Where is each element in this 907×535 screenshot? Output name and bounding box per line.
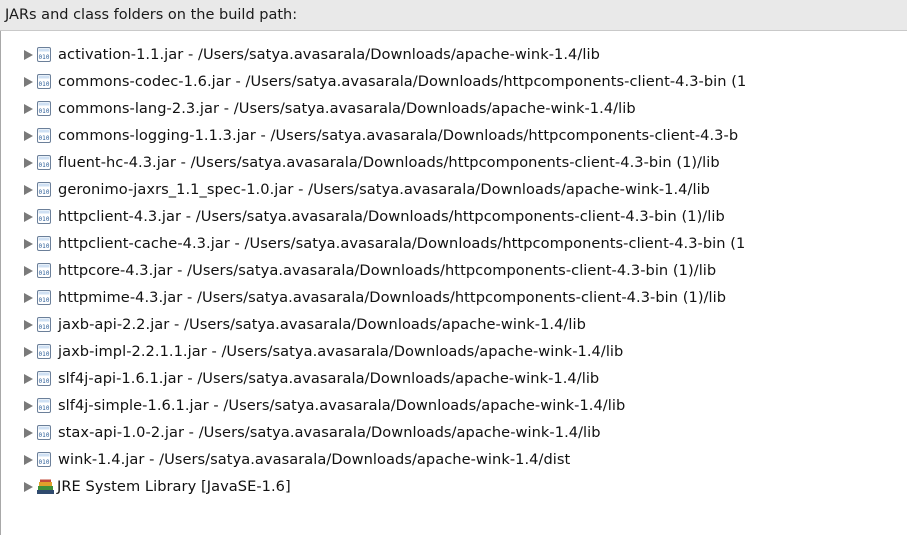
tree-item-wink[interactable]: 010 wink-1.4.jar - /Users/satya.avasaral…	[24, 446, 570, 473]
expand-arrow-icon[interactable]	[24, 373, 33, 384]
expand-arrow-icon[interactable]	[24, 49, 33, 60]
jar-file-icon: 010	[37, 425, 51, 440]
expand-arrow-icon[interactable]	[24, 238, 33, 249]
svg-text:010: 010	[39, 459, 50, 466]
tree-item-stax-api[interactable]: 010 stax-api-1.0-2.jar - /Users/satya.av…	[24, 419, 601, 446]
tree-item-label: activation-1.1.jar - /Users/satya.avasar…	[58, 46, 600, 63]
expand-arrow-icon[interactable]	[24, 454, 33, 465]
jar-file-icon: 010	[37, 101, 51, 116]
jar-file-icon: 010	[37, 263, 51, 278]
tree-item-label: commons-codec-1.6.jar - /Users/satya.ava…	[58, 73, 747, 90]
svg-text:010: 010	[39, 405, 50, 412]
build-path-header: JARs and class folders on the build path…	[0, 0, 907, 31]
svg-text:010: 010	[39, 378, 50, 385]
svg-text:010: 010	[39, 216, 50, 223]
build-path-header-label: JARs and class folders on the build path…	[5, 7, 298, 23]
jar-file-icon: 010	[37, 290, 51, 305]
expand-arrow-icon[interactable]	[24, 211, 33, 222]
expand-arrow-icon[interactable]	[24, 130, 33, 141]
svg-text:010: 010	[39, 324, 50, 331]
tree-item-label: slf4j-api-1.6.1.jar - /Users/satya.avasa…	[58, 370, 600, 387]
expand-arrow-icon[interactable]	[24, 76, 33, 87]
svg-text:010: 010	[39, 108, 50, 115]
tree-item-commons-logging[interactable]: 010 commons-logging-1.1.3.jar - /Users/s…	[24, 122, 738, 149]
jar-file-icon: 010	[37, 344, 51, 359]
jar-file-icon: 010	[37, 371, 51, 386]
expand-arrow-icon[interactable]	[24, 157, 33, 168]
expand-arrow-icon[interactable]	[24, 346, 33, 357]
tree-item-label: jaxb-impl-2.2.1.1.jar - /Users/satya.ava…	[58, 343, 624, 360]
jar-file-icon: 010	[37, 182, 51, 197]
jar-file-icon: 010	[37, 47, 51, 62]
expand-arrow-icon[interactable]	[24, 292, 33, 303]
jar-file-icon: 010	[37, 236, 51, 251]
tree-item-label: geronimo-jaxrs_1.1_spec-1.0.jar - /Users…	[58, 181, 710, 198]
jar-file-icon: 010	[37, 398, 51, 413]
expand-arrow-icon[interactable]	[24, 481, 33, 492]
tree-item-geronimo-jaxrs[interactable]: 010 geronimo-jaxrs_1.1_spec-1.0.jar - /U…	[24, 176, 710, 203]
jar-file-icon: 010	[37, 74, 51, 89]
jar-file-icon: 010	[37, 209, 51, 224]
expand-arrow-icon[interactable]	[24, 427, 33, 438]
expand-arrow-icon[interactable]	[24, 400, 33, 411]
tree-item-commons-codec[interactable]: 010 commons-codec-1.6.jar - /Users/satya…	[24, 68, 746, 95]
tree-item-jaxb-api[interactable]: 010 jaxb-api-2.2.jar - /Users/satya.avas…	[24, 311, 586, 338]
tree-item-fluent-hc[interactable]: 010 fluent-hc-4.3.jar - /Users/satya.ava…	[24, 149, 720, 176]
tree-item-label: JRE System Library [JavaSE-1.6]	[57, 478, 291, 495]
tree-item-label: fluent-hc-4.3.jar - /Users/satya.avasara…	[58, 154, 720, 171]
tree-item-slf4j-simple[interactable]: 010 slf4j-simple-1.6.1.jar - /Users/saty…	[24, 392, 625, 419]
tree-item-activation[interactable]: 010 activation-1.1.jar - /Users/satya.av…	[24, 41, 600, 68]
jar-file-icon: 010	[37, 452, 51, 467]
jar-file-icon: 010	[37, 128, 51, 143]
svg-text:010: 010	[39, 297, 50, 304]
tree-item-label: commons-lang-2.3.jar - /Users/satya.avas…	[58, 100, 636, 117]
svg-text:010: 010	[39, 270, 50, 277]
svg-text:010: 010	[39, 432, 50, 439]
tree-item-httpmime[interactable]: 010 httpmime-4.3.jar - /Users/satya.avas…	[24, 284, 726, 311]
tree-item-httpclient-cache[interactable]: 010 httpclient-cache-4.3.jar - /Users/sa…	[24, 230, 745, 257]
tree-item-httpclient[interactable]: 010 httpclient-4.3.jar - /Users/satya.av…	[24, 203, 725, 230]
expand-arrow-icon[interactable]	[24, 184, 33, 195]
tree-item-label: httpclient-cache-4.3.jar - /Users/satya.…	[58, 235, 746, 252]
tree-item-jaxb-impl[interactable]: 010 jaxb-impl-2.2.1.1.jar - /Users/satya…	[24, 338, 623, 365]
svg-text:010: 010	[39, 54, 50, 61]
svg-text:010: 010	[39, 135, 50, 142]
expand-arrow-icon[interactable]	[24, 103, 33, 114]
tree-item-label: slf4j-simple-1.6.1.jar - /Users/satya.av…	[58, 397, 626, 414]
tree-item-commons-lang[interactable]: 010 commons-lang-2.3.jar - /Users/satya.…	[24, 95, 636, 122]
expand-arrow-icon[interactable]	[24, 319, 33, 330]
svg-text:010: 010	[39, 81, 50, 88]
jar-file-icon: 010	[37, 317, 51, 332]
svg-text:010: 010	[39, 351, 50, 358]
tree-item-label: httpclient-4.3.jar - /Users/satya.avasar…	[58, 208, 725, 225]
build-path-tree[interactable]: 010 activation-1.1.jar - /Users/satya.av…	[0, 31, 907, 535]
tree-item-label: httpcore-4.3.jar - /Users/satya.avasaral…	[58, 262, 717, 279]
tree-item-label: httpmime-4.3.jar - /Users/satya.avasaral…	[58, 289, 727, 306]
tree-item-label: jaxb-api-2.2.jar - /Users/satya.avasaral…	[58, 316, 586, 333]
tree-item-label: stax-api-1.0-2.jar - /Users/satya.avasar…	[58, 424, 601, 441]
svg-text:010: 010	[39, 243, 50, 250]
tree-item-label: wink-1.4.jar - /Users/satya.avasarala/Do…	[58, 451, 571, 468]
library-icon	[37, 479, 54, 494]
tree-item-slf4j-api[interactable]: 010 slf4j-api-1.6.1.jar - /Users/satya.a…	[24, 365, 599, 392]
svg-text:010: 010	[39, 189, 50, 196]
expand-arrow-icon[interactable]	[24, 265, 33, 276]
svg-text:010: 010	[39, 162, 50, 169]
tree-item-jre-system-library[interactable]: JRE System Library [JavaSE-1.6]	[24, 473, 291, 500]
tree-item-label: commons-logging-1.1.3.jar - /Users/satya…	[58, 127, 739, 144]
jar-file-icon: 010	[37, 155, 51, 170]
tree-item-httpcore[interactable]: 010 httpcore-4.3.jar - /Users/satya.avas…	[24, 257, 716, 284]
